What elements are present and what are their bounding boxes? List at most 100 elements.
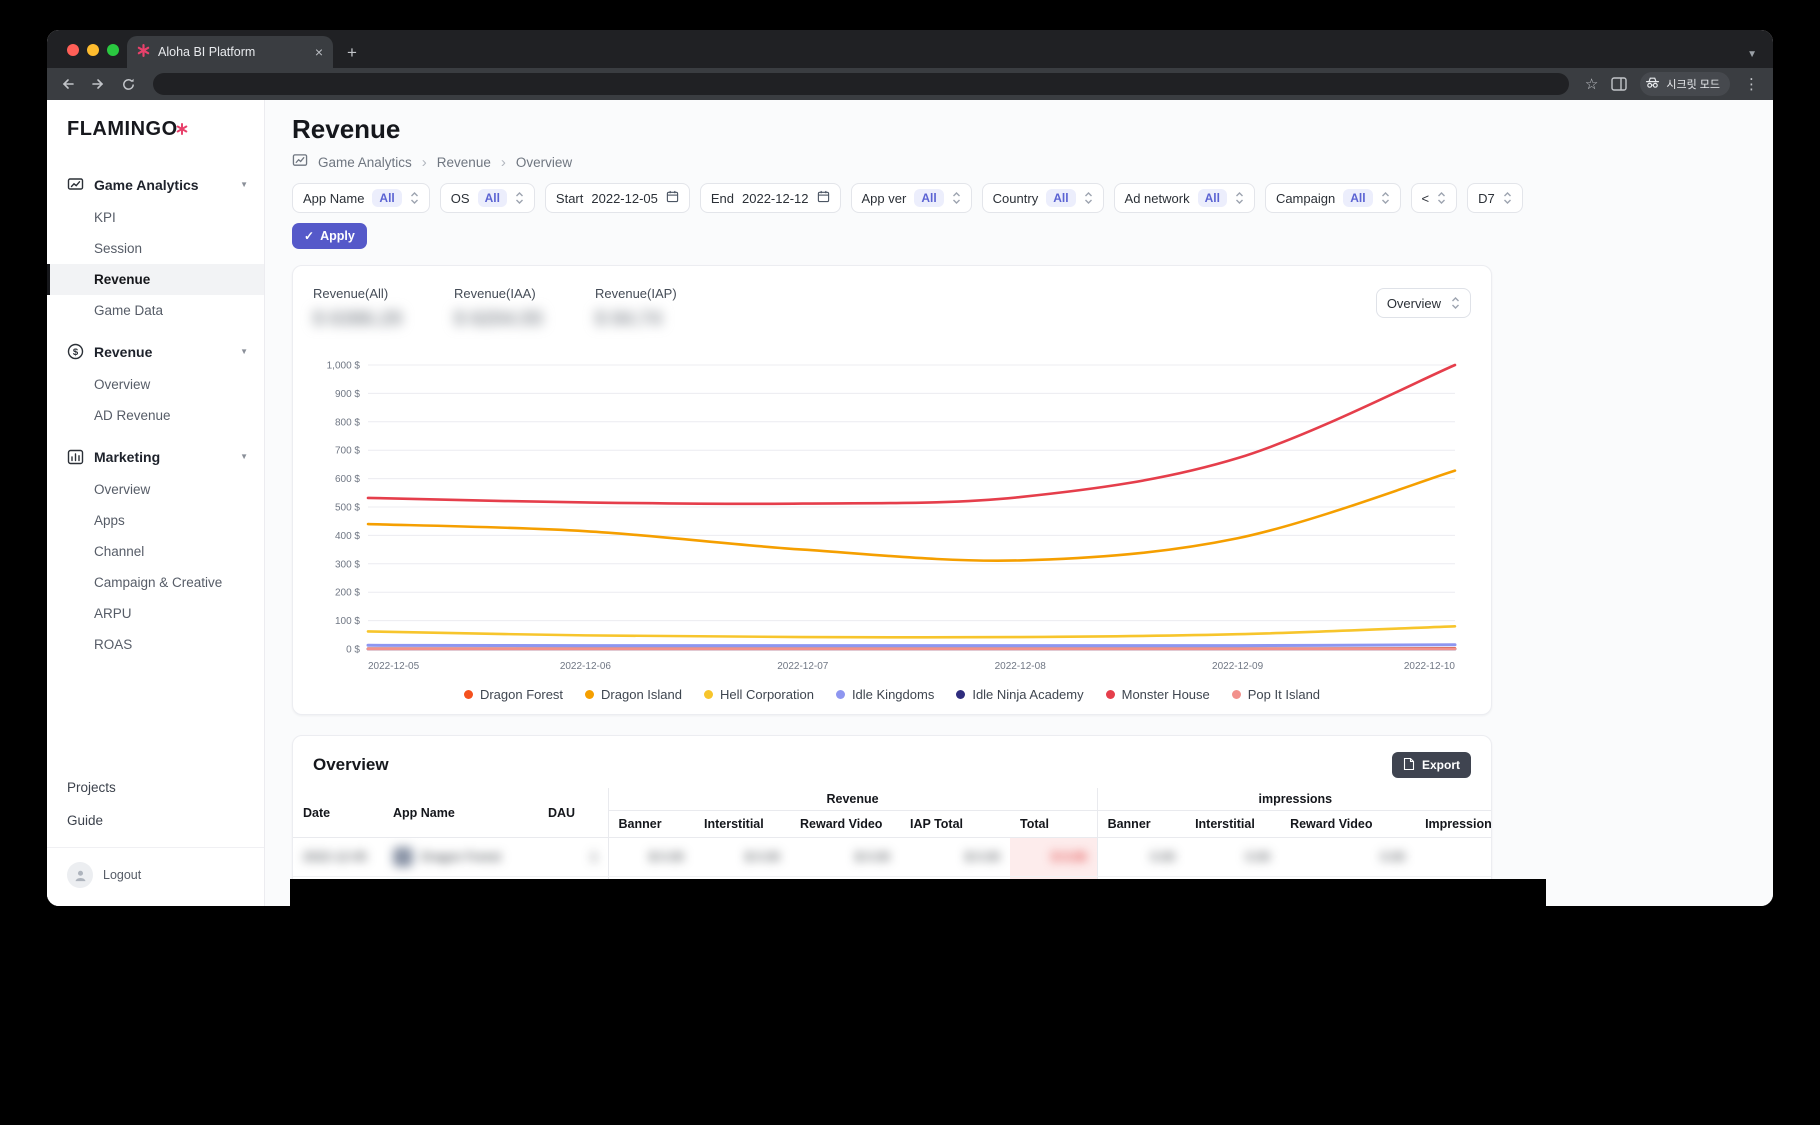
sidebar-item-kpi[interactable]: KPI <box>47 202 264 233</box>
sidebar-item-session[interactable]: Session <box>47 233 264 264</box>
svg-text:2022-12-08: 2022-12-08 <box>995 661 1047 672</box>
metric-value: $ 6386.29 <box>313 308 402 330</box>
browser-tab[interactable]: Aloha BI Platform × <box>127 36 333 68</box>
sidebar-nav: Game Analytics ▼ KPI Session Revenue Game Dat… <box>47 167 264 668</box>
metric-revenue-iap: Revenue(IAP) $ 84.74 <box>595 286 736 331</box>
filter-start-date[interactable]: Start 2022-12-05 <box>544 183 690 213</box>
forward-button[interactable] <box>89 75 107 93</box>
back-button[interactable] <box>59 75 77 93</box>
filter-label: D7 <box>1478 190 1495 206</box>
sidebar-section-header-revenue[interactable]: $ Revenue ▼ <box>47 334 264 369</box>
sidebar-item-revenue[interactable]: Revenue <box>47 264 264 295</box>
side-panel-icon[interactable] <box>1610 75 1628 93</box>
breadcrumb-item-overview[interactable]: Overview <box>516 155 572 170</box>
breadcrumb-item-game-analytics[interactable]: Game Analytics <box>318 155 412 170</box>
file-icon <box>1403 757 1415 774</box>
table-title: Overview <box>313 755 389 774</box>
tab-search-chevron-icon[interactable]: ▼ <box>1747 49 1757 60</box>
sidebar-item-roas[interactable]: ROAS <box>47 629 264 660</box>
flamingo-logo-mark-icon <box>176 118 188 141</box>
column-header-interstitial: Interstitial <box>694 810 790 838</box>
reload-button[interactable] <box>119 75 137 93</box>
updown-chevron-icon <box>410 191 419 205</box>
filter-app-ver[interactable]: App ver All <box>850 183 972 213</box>
column-header-banner: Banner <box>607 810 694 838</box>
filter-period[interactable]: D7 <box>1467 183 1523 213</box>
zoom-window-button[interactable] <box>107 44 119 56</box>
filter-os[interactable]: OS All <box>439 183 535 213</box>
address-bar[interactable] <box>153 73 1569 95</box>
legend-item-idle-kingdoms[interactable]: Idle Kingdoms <box>835 687 934 702</box>
sidebar-link-projects[interactable]: Projects <box>47 771 264 804</box>
column-header-total: Total <box>1010 810 1098 838</box>
app-logo-text: FLAMINGO <box>67 118 178 140</box>
series-line-dragon-island <box>366 469 1457 562</box>
series-line-hell-corporation <box>366 624 1457 639</box>
filter-comparison[interactable]: < <box>1410 183 1458 213</box>
sidebar-item-channel[interactable]: Channel <box>47 536 264 567</box>
filter-campaign[interactable]: Campaign All <box>1264 183 1401 213</box>
svg-text:200 $: 200 $ <box>335 588 360 599</box>
app-logo[interactable]: FLAMINGO <box>47 118 264 141</box>
legend-item-monster-house[interactable]: Monster House <box>1105 687 1210 702</box>
logout-button[interactable]: Logout <box>47 847 264 894</box>
window-controls <box>67 44 119 56</box>
apply-button[interactable]: ✓ Apply <box>292 223 367 249</box>
updown-chevron-icon <box>952 191 961 205</box>
breadcrumb-item-revenue[interactable]: Revenue <box>437 155 491 170</box>
chart-view-select[interactable]: Overview <box>1375 288 1471 318</box>
sidebar-section-label: Revenue <box>94 343 153 360</box>
new-tab-button[interactable]: + <box>347 44 357 61</box>
legend-item-dragon-island[interactable]: Dragon Island <box>585 687 682 702</box>
sidebar-section-label: Game Analytics <box>94 176 199 193</box>
metric-revenue-iaa: Revenue(IAA) $ 6204.55 <box>454 286 595 331</box>
legend-item-idle-ninja-academy[interactable]: Idle Ninja Academy <box>956 687 1084 702</box>
filter-ad-network[interactable]: Ad network All <box>1113 183 1255 213</box>
sidebar-item-game-data[interactable]: Game Data <box>47 295 264 326</box>
updown-chevron-icon <box>515 191 524 205</box>
sidebar-item-overview[interactable]: Overview <box>47 369 264 400</box>
sidebar-section-header-marketing[interactable]: Marketing ▼ <box>47 439 264 474</box>
bookmark-star-icon[interactable]: ☆ <box>1585 75 1598 93</box>
browser-toolbar: ☆ 시크릿 모드 ⋮ <box>47 68 1773 100</box>
sidebar-item-ad-revenue[interactable]: AD Revenue <box>47 400 264 431</box>
minimize-window-button[interactable] <box>87 44 99 56</box>
filter-date-value: 2022-12-05 <box>591 190 658 206</box>
breadcrumb-chart-icon <box>292 153 308 171</box>
legend-item-dragon-forest[interactable]: Dragon Forest <box>463 687 563 702</box>
filter-country[interactable]: Country All <box>981 183 1104 213</box>
legend-item-hell-corporation[interactable]: Hell Corporation <box>704 687 814 702</box>
legend-item-pop-it-island[interactable]: Pop It Island <box>1231 687 1320 702</box>
sidebar-item-apps[interactable]: Apps <box>47 505 264 536</box>
browser-window: Aloha BI Platform × + ▼ ☆ 시크릿 모드 ⋮ FLAMI… <box>47 30 1773 906</box>
sidebar-item-campaign-creative[interactable]: Campaign & Creative <box>47 567 264 598</box>
cell-dau: 1 <box>538 837 608 877</box>
column-header-iap-total: IAP Total <box>900 810 1010 838</box>
svg-text:900 $: 900 $ <box>335 389 360 400</box>
filter-end-date[interactable]: End 2022-12-12 <box>699 183 841 213</box>
sidebar-section-header-game-analytics[interactable]: Game Analytics ▼ <box>47 167 264 202</box>
sidebar-item-overview[interactable]: Overview <box>47 474 264 505</box>
svg-text:2022-12-05: 2022-12-05 <box>368 661 420 672</box>
chevron-down-icon: ▼ <box>240 180 248 189</box>
filter-value-badge: All <box>1197 189 1227 207</box>
export-button[interactable]: Export <box>1391 752 1471 778</box>
metric-label: Revenue(IAA) <box>454 286 536 301</box>
sidebar-link-guide[interactable]: Guide <box>47 804 264 837</box>
sidebar-item-arpu[interactable]: ARPU <box>47 598 264 629</box>
browser-menu-icon[interactable]: ⋮ <box>1742 75 1761 93</box>
filter-value-badge: All <box>1046 189 1076 207</box>
tab-close-icon[interactable]: × <box>315 44 323 60</box>
svg-text:400 $: 400 $ <box>335 531 360 542</box>
incognito-profile-badge[interactable]: 시크릿 모드 <box>1640 72 1730 96</box>
close-window-button[interactable] <box>67 44 79 56</box>
app-root: FLAMINGO Game Analytics ▼ KPI Session Revenu… <box>47 100 1773 906</box>
page-title: Revenue <box>292 114 401 144</box>
tab-title: Aloha BI Platform <box>158 45 256 59</box>
legend-dot-pop-it-island <box>1231 690 1241 699</box>
incognito-icon <box>1645 75 1660 93</box>
filter-value-badge: All <box>477 189 507 207</box>
dollar-icon: $ <box>67 343 84 360</box>
updown-chevron-icon <box>1235 191 1244 205</box>
filter-app-name[interactable]: App Name All <box>292 183 430 213</box>
